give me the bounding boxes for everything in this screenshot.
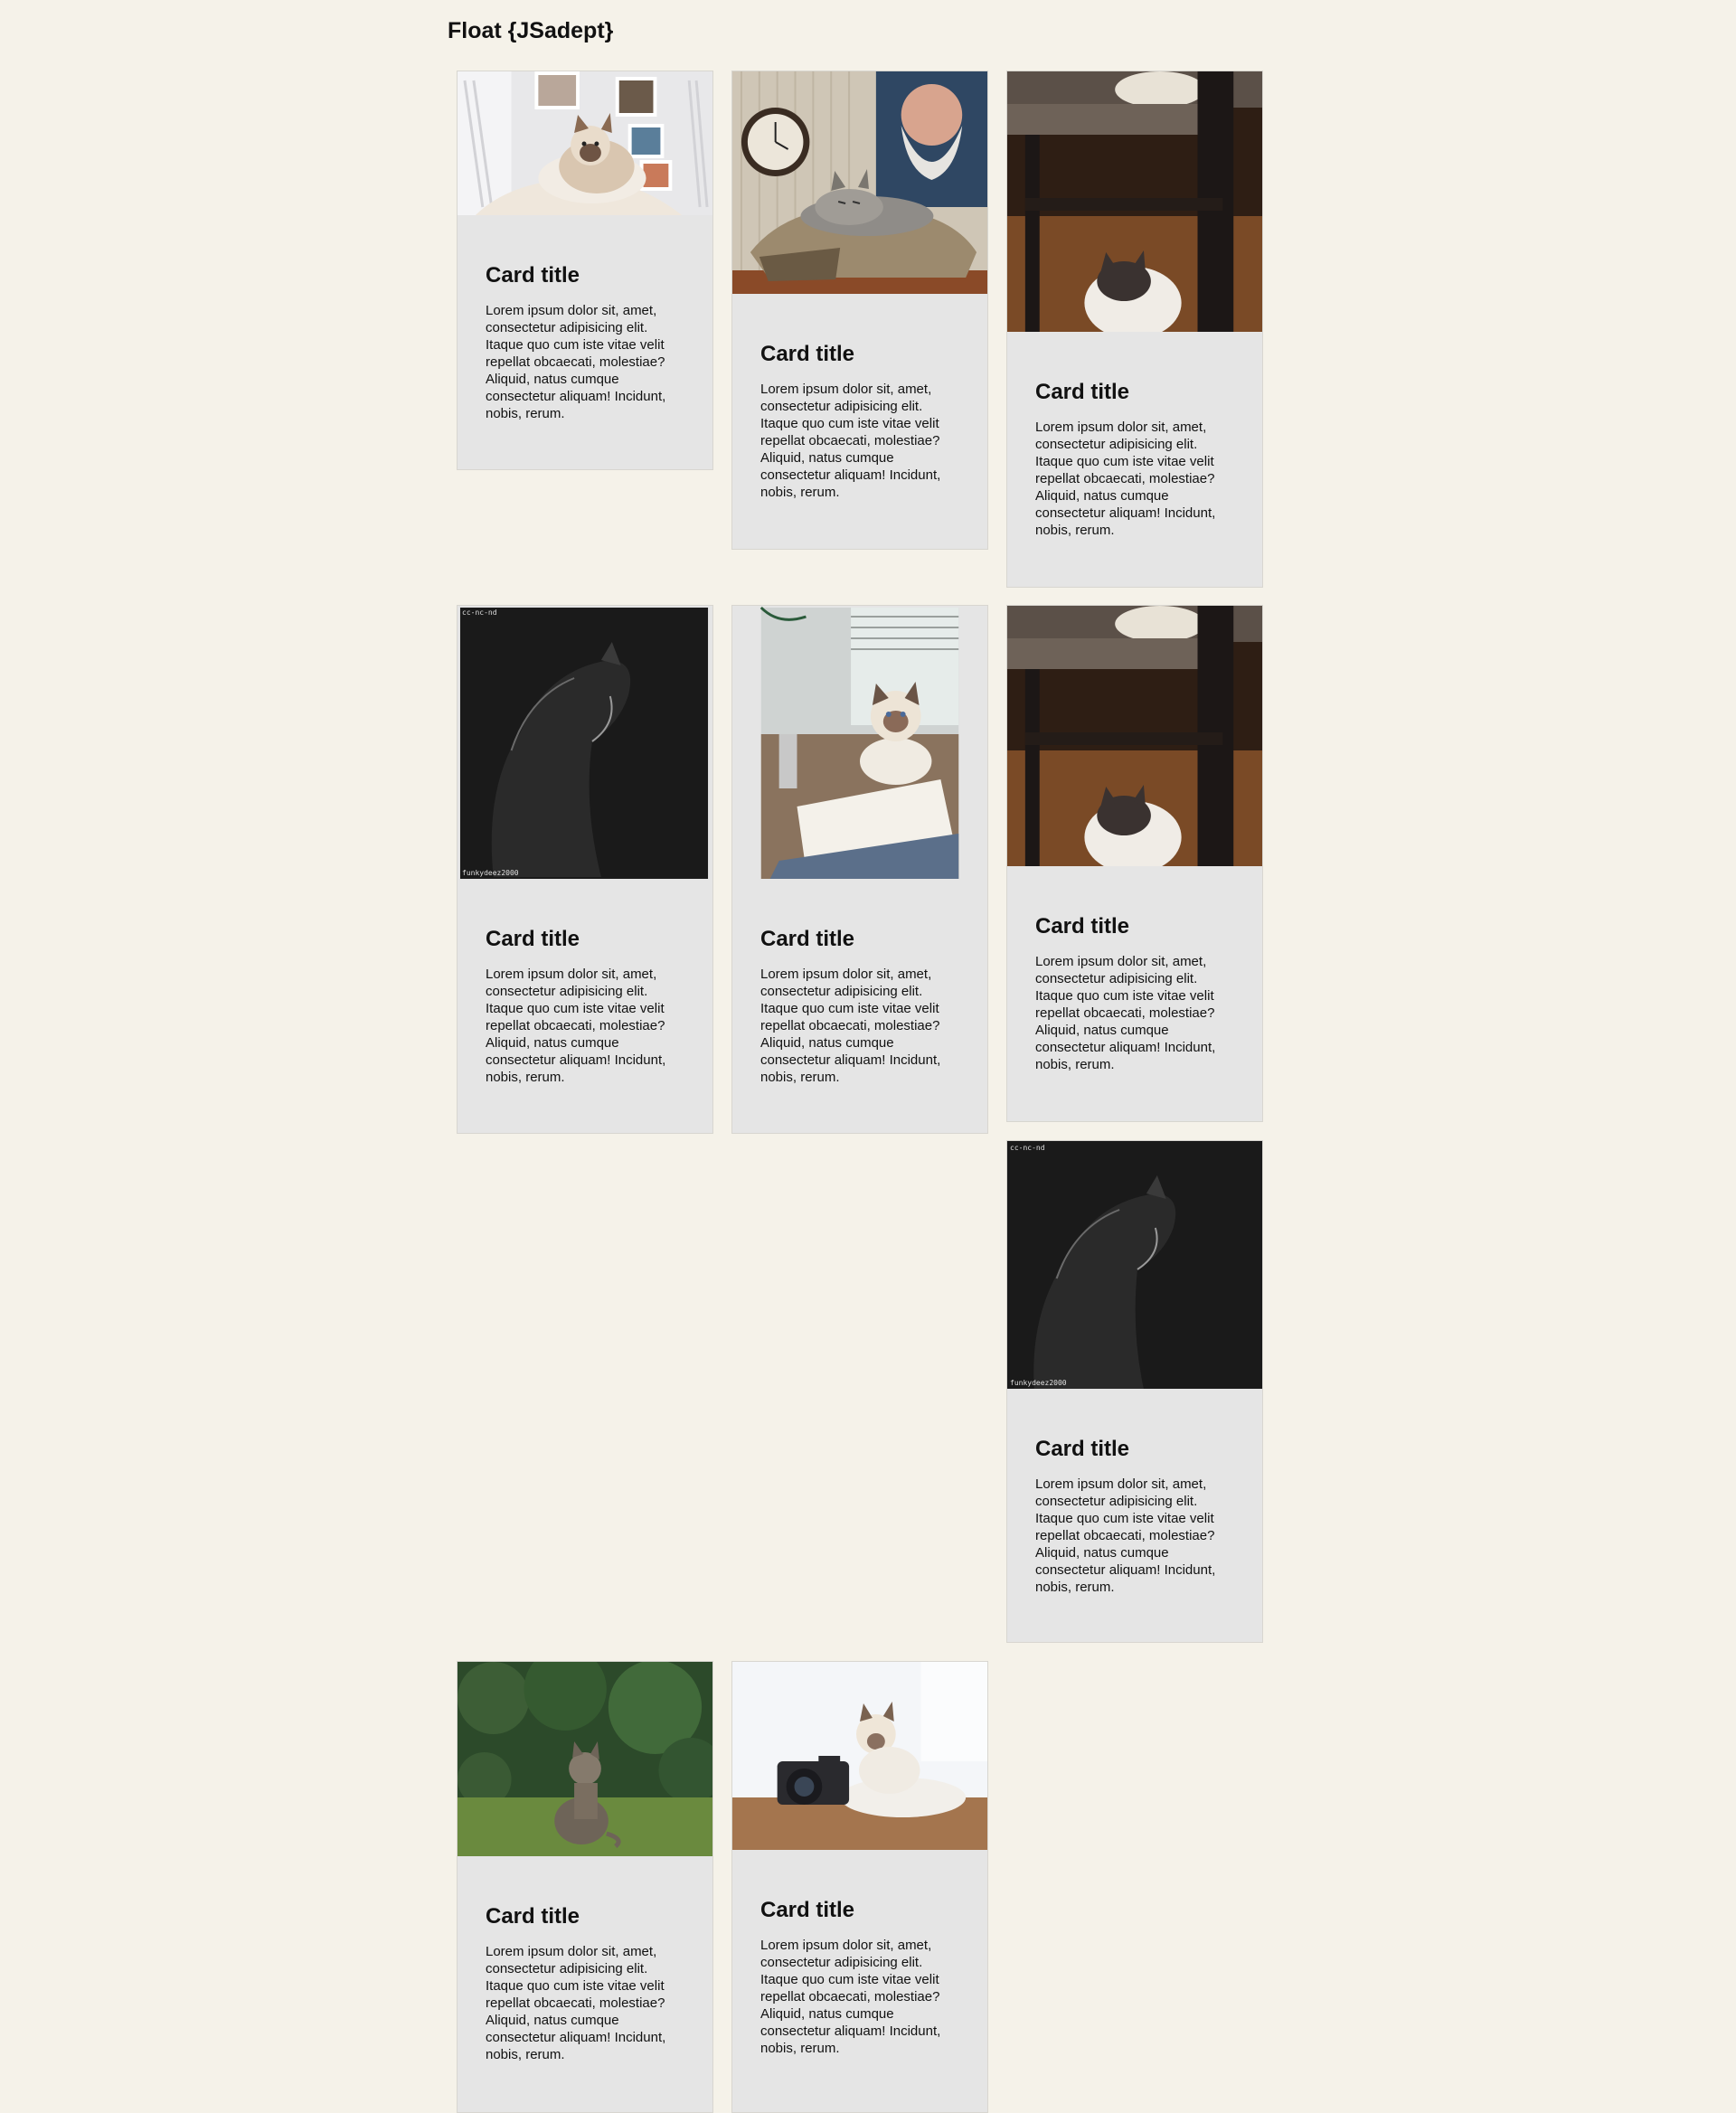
card-image xyxy=(732,71,987,294)
card-text: Lorem ipsum dolor sit, amet, consectetur… xyxy=(486,303,666,421)
card-text: Lorem ipsum dolor sit, amet, consectetur… xyxy=(486,1944,666,2062)
image-credit: funkydeez2000 xyxy=(1010,1379,1067,1387)
page-title: Float {JSadept} xyxy=(448,18,614,43)
card: cc-nc-nd funkydeez2000 Card title Lorem … xyxy=(1006,1140,1263,1643)
card-title: Card title xyxy=(760,927,855,951)
card-image xyxy=(1007,606,1262,866)
image-credit: funkydeez2000 xyxy=(462,869,519,877)
card-image: cc-nc-nd funkydeez2000 xyxy=(1007,1141,1262,1389)
card: Card title Lorem ipsum dolor sit, amet, … xyxy=(1006,71,1263,588)
card-title: Card title xyxy=(760,342,855,366)
card-title: Card title xyxy=(486,1904,580,1929)
card-text: Lorem ipsum dolor sit, amet, consectetur… xyxy=(1035,954,1216,1072)
card-text: Lorem ipsum dolor sit, amet, consectetur… xyxy=(760,1938,941,2056)
card-text: Lorem ipsum dolor sit, amet, consectetur… xyxy=(1035,1476,1216,1595)
card-text: Lorem ipsum dolor sit, amet, consectetur… xyxy=(760,382,941,500)
card-text: Lorem ipsum dolor sit, amet, consectetur… xyxy=(760,967,941,1085)
card-image xyxy=(458,1662,712,1856)
card-title: Card title xyxy=(486,927,580,951)
card: Card title Lorem ipsum dolor sit, amet, … xyxy=(457,71,713,470)
image-credit: cc-nc-nd xyxy=(462,608,497,617)
card-text: Lorem ipsum dolor sit, amet, consectetur… xyxy=(1035,420,1216,538)
card-title: Card title xyxy=(1035,914,1130,939)
card: Card title Lorem ipsum dolor sit, amet, … xyxy=(1006,605,1263,1122)
card: Card title Lorem ipsum dolor sit, amet, … xyxy=(731,605,988,1134)
image-credit: cc-nc-nd xyxy=(1010,1144,1045,1152)
card-text: Lorem ipsum dolor sit, amet, consectetur… xyxy=(486,967,666,1085)
card-title: Card title xyxy=(486,263,580,288)
card-image: cc-nc-nd funkydeez2000 xyxy=(458,606,712,879)
card-title: Card title xyxy=(760,1898,855,1922)
card-image xyxy=(732,1662,987,1850)
card: cc-nc-nd funkydeez2000 Card title Lorem … xyxy=(457,605,713,1134)
card-image xyxy=(1007,71,1262,332)
card-image xyxy=(458,71,712,215)
card-title: Card title xyxy=(1035,380,1130,404)
card: Card title Lorem ipsum dolor sit, amet, … xyxy=(457,1661,713,2113)
card-title: Card title xyxy=(1035,1437,1130,1461)
card-image xyxy=(732,606,987,879)
card: Card title Lorem ipsum dolor sit, amet, … xyxy=(731,71,988,550)
card: Card title Lorem ipsum dolor sit, amet, … xyxy=(731,1661,988,2113)
